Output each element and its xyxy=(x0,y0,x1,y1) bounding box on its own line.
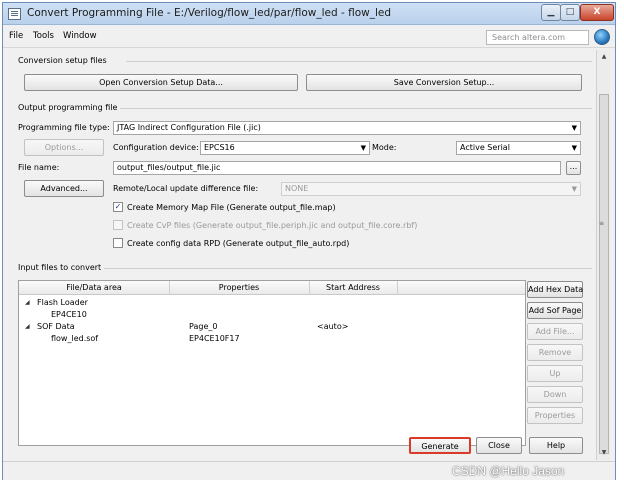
conversion-setup-title: Conversion setup files xyxy=(18,56,107,65)
chevron-down-icon: ▼ xyxy=(571,124,577,132)
configuration-device-value: EPCS16 xyxy=(204,143,235,152)
scroll-up-icon[interactable]: ▲ xyxy=(597,52,611,62)
add-sof-page-button[interactable]: Add Sof Page xyxy=(527,302,583,319)
add-file-button[interactable]: Add File... xyxy=(527,323,583,340)
table-cell: Flash Loader xyxy=(37,298,88,307)
column-header[interactable]: Start Address xyxy=(309,283,397,292)
output-programming-title: Output programming file xyxy=(18,103,118,112)
browse-button[interactable]: ... xyxy=(566,161,581,175)
main-panel: Conversion setup files Open Conversion S… xyxy=(10,50,593,460)
config-rpd-checkbox[interactable] xyxy=(113,238,123,248)
table-cell: EP4CE10F17 xyxy=(189,334,240,343)
memory-map-checkbox[interactable]: ✓ xyxy=(113,202,123,212)
collapse-icon[interactable]: ◢ xyxy=(25,323,30,330)
divider xyxy=(120,108,592,109)
divider xyxy=(126,61,592,62)
options-button[interactable]: Options... xyxy=(24,139,104,156)
column-divider xyxy=(397,281,398,295)
file-name-label: File name: xyxy=(18,163,60,172)
table-cell: <auto> xyxy=(317,322,349,331)
advanced-button[interactable]: Advanced... xyxy=(24,180,104,197)
configuration-device-select[interactable]: EPCS16 ▼ xyxy=(200,141,370,155)
properties-button[interactable]: Properties xyxy=(527,407,583,424)
vertical-scrollbar[interactable]: ▲ ≡ ▼ xyxy=(596,50,610,460)
window-title: Convert Programming File - E:/Verilog/fl… xyxy=(27,7,392,19)
save-conversion-setup-button[interactable]: Save Conversion Setup... xyxy=(306,74,582,91)
input-files-title: Input files to convert xyxy=(18,263,102,272)
table-cell: flow_led.sof xyxy=(51,334,99,343)
globe-icon[interactable] xyxy=(594,29,610,45)
mode-label: Mode: xyxy=(372,143,397,152)
generate-button[interactable]: Generate xyxy=(409,437,471,454)
title-bar[interactable]: Convert Programming File - E:/Verilog/fl… xyxy=(3,3,615,25)
menu-window[interactable]: Window xyxy=(63,31,97,41)
up-button[interactable]: Up xyxy=(527,365,583,382)
memory-map-label: Create Memory Map File (Generate output_… xyxy=(127,203,336,212)
open-conversion-setup-button[interactable]: Open Conversion Setup Data... xyxy=(24,74,298,91)
watermark: CSDN @Hello Jason xyxy=(452,464,565,478)
column-header[interactable]: Properties xyxy=(169,283,309,292)
menu-bar: File Tools Window Search altera.com xyxy=(3,26,615,48)
remove-button[interactable]: Remove xyxy=(527,344,583,361)
cvp-files-label: Create CvP files (Generate output_file.p… xyxy=(127,221,418,230)
down-button[interactable]: Down xyxy=(527,386,583,403)
grip-icon: ≡ xyxy=(599,220,605,227)
table-header: File/Data area Properties Start Address xyxy=(19,281,525,295)
input-files-table[interactable]: File/Data area Properties Start Address … xyxy=(18,280,526,446)
programming-file-type-select[interactable]: JTAG Indirect Configuration File (.jic) … xyxy=(113,121,581,135)
configuration-device-label: Configuration device: xyxy=(113,143,199,152)
table-cell: EP4CE10 xyxy=(51,310,87,319)
minimize-button[interactable]: ▁ xyxy=(541,4,561,21)
remote-local-value: NONE xyxy=(285,184,309,193)
file-name-input[interactable]: output_files/output_file.jic xyxy=(113,161,561,175)
collapse-icon[interactable]: ◢ xyxy=(25,299,30,306)
search-input[interactable]: Search altera.com xyxy=(486,30,589,45)
close-button[interactable]: Close xyxy=(476,437,522,454)
scrollbar-thumb[interactable] xyxy=(599,94,609,454)
scroll-down-icon[interactable]: ▼ xyxy=(597,448,611,458)
close-window-button[interactable]: X xyxy=(580,4,614,21)
app-icon xyxy=(8,8,21,20)
table-cell: Page_0 xyxy=(189,322,218,331)
programming-file-type-label: Programming file type: xyxy=(18,123,110,132)
remote-local-select[interactable]: NONE ▼ xyxy=(281,182,581,196)
cvp-files-checkbox[interactable] xyxy=(113,220,123,230)
add-hex-data-button[interactable]: Add Hex Data xyxy=(527,281,583,298)
programming-file-type-value: JTAG Indirect Configuration File (.jic) xyxy=(117,123,261,132)
column-header[interactable]: File/Data area xyxy=(19,283,169,292)
table-cell: SOF Data xyxy=(37,322,75,331)
chevron-down-icon: ▼ xyxy=(360,144,366,152)
config-rpd-label: Create config data RPD (Generate output_… xyxy=(127,239,350,248)
menu-tools[interactable]: Tools xyxy=(33,31,54,41)
mode-select[interactable]: Active Serial ▼ xyxy=(456,141,581,155)
maximize-button[interactable]: □ xyxy=(560,4,580,21)
divider xyxy=(104,268,592,269)
convert-programming-file-window: Convert Programming File - E:/Verilog/fl… xyxy=(2,2,616,480)
mode-value: Active Serial xyxy=(460,143,510,152)
chevron-down-icon: ▼ xyxy=(571,185,577,193)
menu-file[interactable]: File xyxy=(9,31,23,41)
chevron-down-icon: ▼ xyxy=(571,144,577,152)
help-button[interactable]: Help xyxy=(529,437,583,454)
remote-local-label: Remote/Local update difference file: xyxy=(113,184,259,193)
